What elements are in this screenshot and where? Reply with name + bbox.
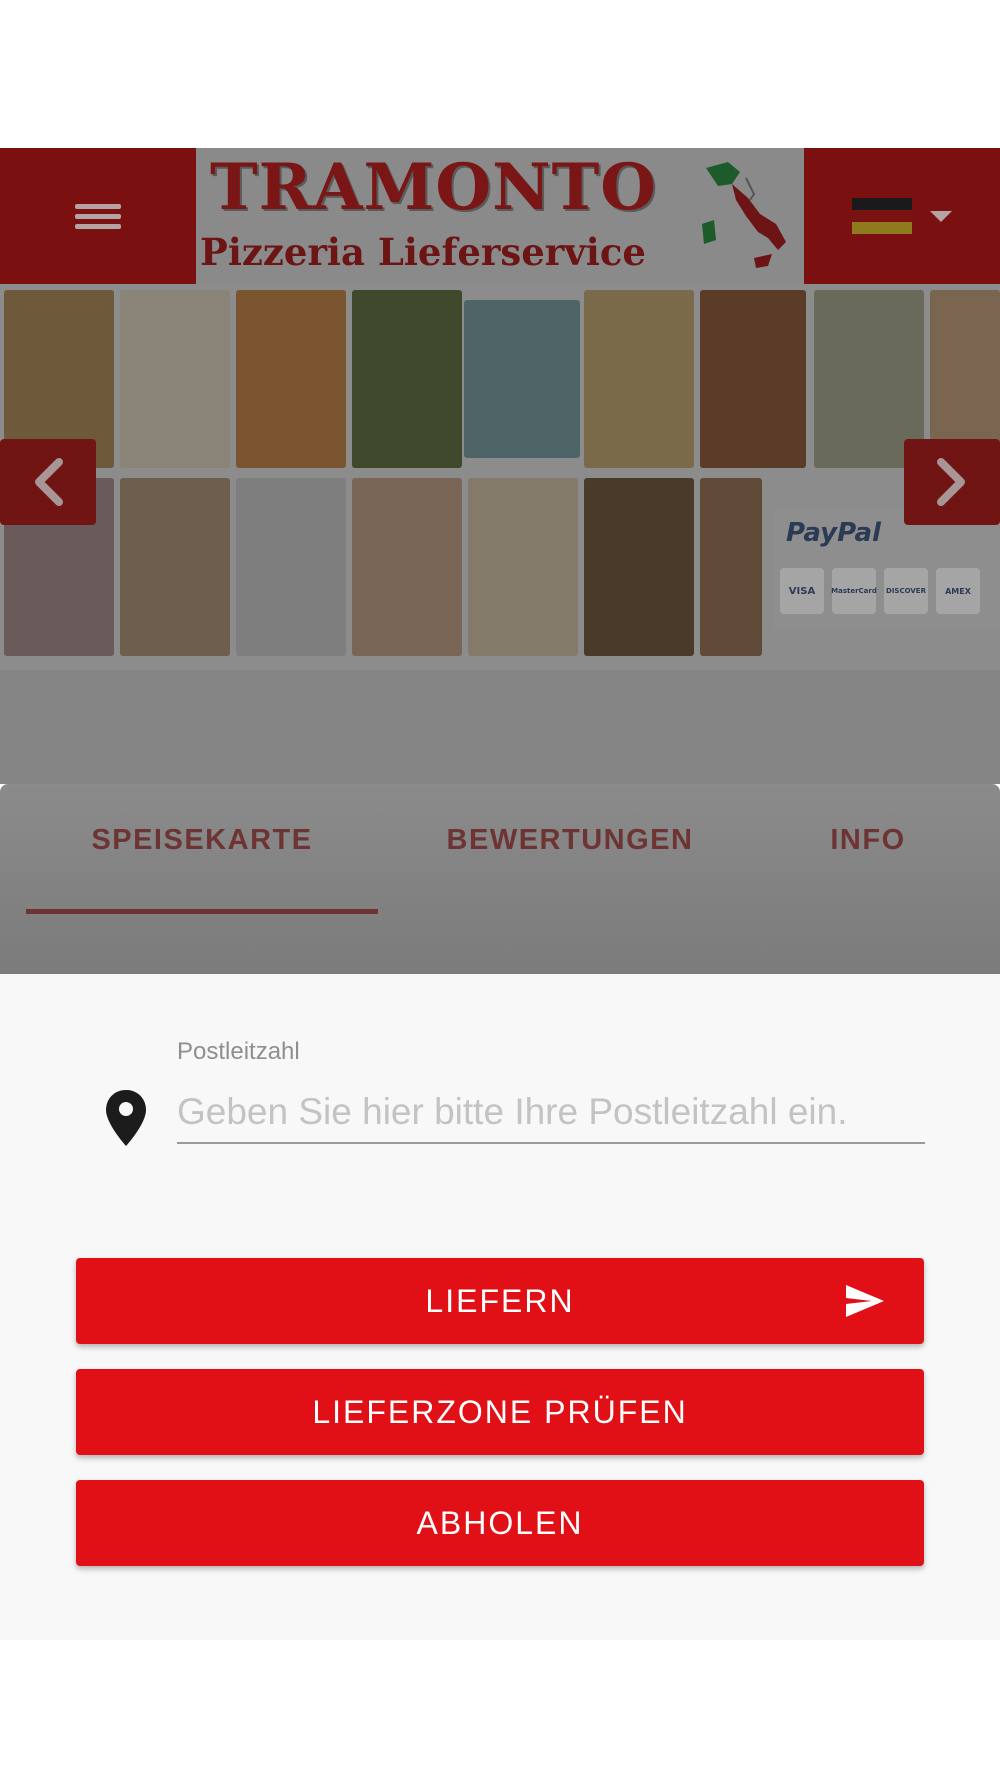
chevron-right-icon [937,458,965,506]
menu-button[interactable] [0,148,196,284]
overlay-backdrop[interactable] [0,670,1000,784]
logo-subtitle: Pizzeria Lieferservice [200,230,646,274]
app-header: TRAMONTO Pizzeria Lieferservice [0,148,1000,284]
language-selector[interactable] [804,148,1000,284]
app-screen: TRAMONTO Pizzeria Lieferservice PayPal V… [0,0,1000,1778]
germany-flag-icon [852,198,912,234]
restaurant-tabs: SPEISEKARTE BEWERTUNGEN INFO [0,784,1000,974]
card-logo: AMEX [936,568,980,614]
food-image [352,478,462,656]
food-image [464,300,580,458]
italy-map-icon [702,162,786,268]
slider-next-button[interactable] [904,439,1000,525]
tab-speisekarte[interactable]: SPEISEKARTE [26,824,378,914]
paypal-logo: PayPal [786,518,881,548]
card-logo: MasterCard [831,568,877,614]
food-image [584,290,694,468]
food-image [236,478,346,656]
food-image [120,290,230,468]
check-delivery-zone-button[interactable]: LIEFERZONE PRÜFEN [76,1369,924,1455]
slider-prev-button[interactable] [0,439,96,525]
send-icon [846,1285,884,1317]
deliver-button[interactable]: LIEFERN [76,1258,924,1344]
check-zone-button-label: LIEFERZONE PRÜFEN [312,1393,688,1430]
chevron-left-icon [35,458,63,506]
food-image [120,478,230,656]
zip-input[interactable] [177,1082,925,1144]
pickup-button-label: ABHOLEN [416,1504,584,1541]
food-image [352,290,462,468]
tab-info[interactable]: INFO [800,824,936,914]
food-image [700,478,762,656]
location-pin-icon [106,1090,146,1146]
pickup-button[interactable]: ABHOLEN [76,1480,924,1566]
caret-down-icon [930,210,952,222]
payment-methods: PayPal VISA MasterCard DISCOVER AMEX [774,510,1000,630]
card-logo: VISA [780,568,824,614]
hamburger-menu-icon [75,199,121,234]
food-image [584,478,694,656]
food-image [700,290,806,468]
zip-label: Postleitzahl [177,1038,300,1065]
food-image [236,290,346,468]
food-image-slider[interactable]: PayPal VISA MasterCard DISCOVER AMEX [0,284,1000,670]
delivery-sheet: Postleitzahl LIEFERN LIEFERZONE PRÜFEN A… [0,974,1000,1640]
tab-bewertungen[interactable]: BEWERTUNGEN [420,824,720,914]
food-image [468,478,578,656]
deliver-button-label: LIEFERN [425,1282,575,1319]
logo-title: TRAMONTO [210,150,657,225]
card-logo: DISCOVER [884,568,928,614]
restaurant-logo: TRAMONTO Pizzeria Lieferservice [196,148,804,284]
